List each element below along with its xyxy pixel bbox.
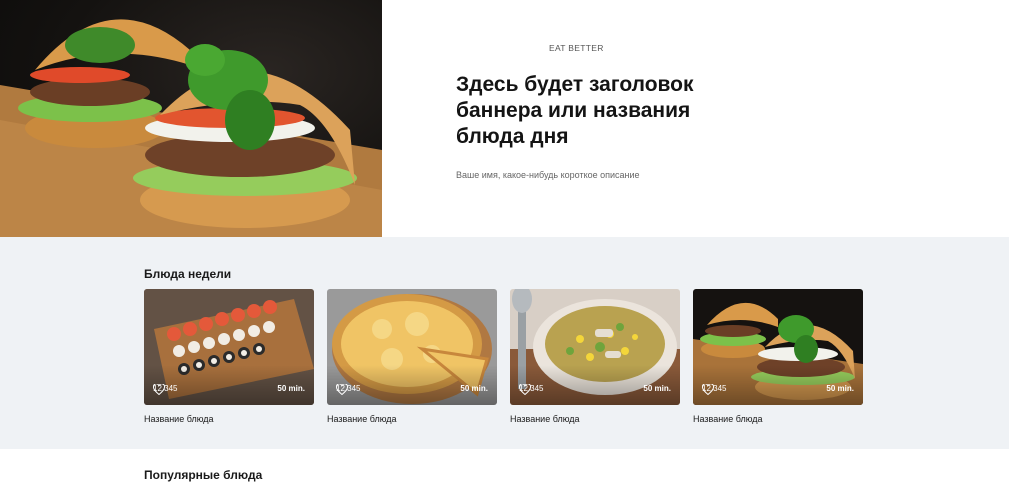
- dish-name[interactable]: Название блюда: [327, 414, 497, 424]
- week-dishes-title: Блюда недели: [144, 267, 232, 281]
- popular-dishes-section: Популярные блюда: [0, 449, 1009, 495]
- hero-description: Ваше имя, какое-нибудь короткое описание: [456, 170, 640, 180]
- week-dishes-section: Блюда недели 12 345 50 min. Название блю…: [0, 237, 1009, 449]
- dish-name[interactable]: Название блюда: [144, 414, 314, 424]
- hero-burger-image: [0, 0, 382, 237]
- cook-time: 50 min.: [460, 384, 488, 393]
- cook-time: 50 min.: [826, 384, 854, 393]
- heart-icon[interactable]: [519, 384, 531, 395]
- hero-eyebrow: EAT BETTER: [549, 43, 604, 53]
- dish-name[interactable]: Название блюда: [510, 414, 680, 424]
- likes[interactable]: 12 345: [519, 384, 543, 395]
- soup-image[interactable]: 12 345 50 min.: [510, 289, 680, 405]
- cook-time: 50 min.: [643, 384, 671, 393]
- popular-dishes-title: Популярные блюда: [144, 468, 263, 482]
- hero-title: Здесь будет заголовок баннера или назван…: [456, 73, 694, 148]
- heart-icon[interactable]: [702, 384, 714, 395]
- heart-icon[interactable]: [336, 384, 348, 395]
- pizza-image[interactable]: 12 345 50 min.: [327, 289, 497, 405]
- dish-name[interactable]: Название блюда: [693, 414, 863, 424]
- dish-card[interactable]: 12 345 50 min. Название блюда: [144, 289, 314, 424]
- cook-time: 50 min.: [277, 384, 305, 393]
- heart-icon[interactable]: [153, 384, 165, 395]
- dish-card[interactable]: 12 345 50 min. Название блюда: [510, 289, 680, 424]
- dish-card[interactable]: 12 345 50 min. Название блюда: [327, 289, 497, 424]
- burger-image[interactable]: 12 345 50 min.: [693, 289, 863, 405]
- sushi-image[interactable]: 12 345 50 min.: [144, 289, 314, 405]
- likes[interactable]: 12 345: [702, 384, 726, 395]
- hero-banner: EAT BETTER Здесь будет заголовок баннера…: [0, 0, 1009, 237]
- likes[interactable]: 12 345: [336, 384, 360, 395]
- dish-card[interactable]: 12 345 50 min. Название блюда: [693, 289, 863, 424]
- likes[interactable]: 12 345: [153, 384, 177, 395]
